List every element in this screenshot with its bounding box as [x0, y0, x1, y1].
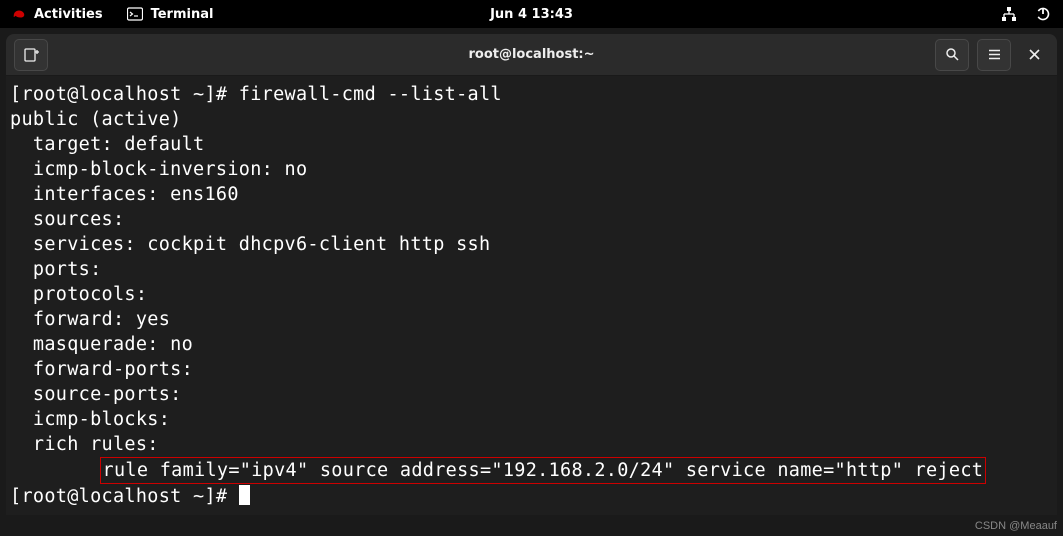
terminal-line: source-ports:: [10, 384, 193, 405]
activities-label: Activities: [34, 7, 103, 22]
terminal-line: masquerade: no: [10, 334, 193, 355]
close-button[interactable]: [1017, 39, 1051, 71]
terminal-launcher[interactable]: Terminal: [127, 7, 214, 22]
gnome-topbar: Activities Terminal Jun 4 13:43: [0, 0, 1063, 28]
new-tab-button[interactable]: [14, 39, 48, 71]
topbar-left: Activities Terminal: [12, 7, 213, 22]
terminal-line: [root@localhost ~]# firewall-cmd --list-…: [10, 84, 502, 105]
richrule-text: rule family="ipv4" source address="192.1…: [103, 460, 984, 481]
search-button[interactable]: [935, 39, 969, 71]
power-icon[interactable]: [1035, 6, 1051, 22]
activities-button[interactable]: Activities: [12, 7, 103, 22]
terminal-prompt: [root@localhost ~]#: [10, 486, 239, 507]
window-title: root@localhost:~: [468, 47, 594, 62]
terminal-line: icmp-blocks:: [10, 409, 182, 430]
titlebar: root@localhost:~: [6, 34, 1057, 76]
terminal-line: sources:: [10, 209, 136, 230]
terminal-body[interactable]: [root@localhost ~]# firewall-cmd --list-…: [6, 76, 1057, 515]
terminal-window: root@localhost:~ [root@localhost ~]# fir…: [6, 34, 1057, 515]
clock[interactable]: Jun 4 13:43: [490, 7, 573, 22]
terminal-line: interfaces: ens160: [10, 184, 239, 205]
terminal-icon: [127, 7, 143, 21]
menu-button[interactable]: [977, 39, 1011, 71]
richrule-indent: [10, 460, 102, 481]
network-icon[interactable]: [1001, 6, 1017, 22]
terminal-line: forward: yes: [10, 309, 170, 330]
cursor: [239, 485, 250, 505]
highlighted-rule: rule family="ipv4" source address="192.1…: [100, 457, 987, 484]
terminal-line: rich rules:: [10, 434, 170, 455]
terminal-line: ports:: [10, 259, 113, 280]
redhat-icon: [12, 7, 26, 21]
terminal-line: protocols:: [10, 284, 159, 305]
terminal-line: forward-ports:: [10, 359, 204, 380]
terminal-line: target: default: [10, 134, 204, 155]
terminal-line: public (active): [10, 109, 182, 130]
topbar-right: [1001, 6, 1051, 22]
titlebar-right: [933, 39, 1051, 71]
terminal-line: icmp-block-inversion: no: [10, 159, 307, 180]
watermark: CSDN @Meaauf: [975, 520, 1057, 532]
terminal-line: services: cockpit dhcpv6-client http ssh: [10, 234, 490, 255]
terminal-launcher-label: Terminal: [151, 7, 214, 22]
